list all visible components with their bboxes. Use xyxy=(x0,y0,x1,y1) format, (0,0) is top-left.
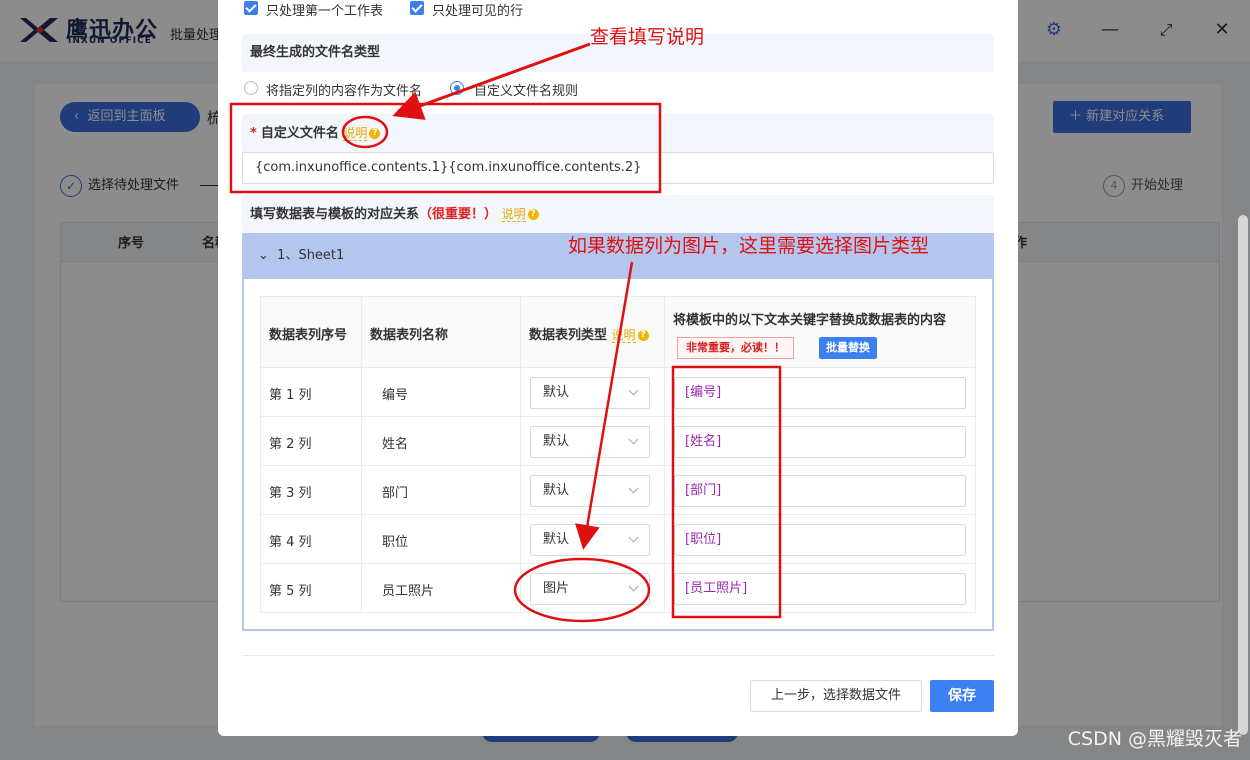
help-bulb-icon: ? xyxy=(369,128,381,139)
row-col-type-cell: 图片 xyxy=(521,564,665,612)
column-type-select[interactable]: 默认 xyxy=(530,475,650,507)
row-col-index: 第 3 列 xyxy=(261,466,362,514)
custom-name-label: 自定义文件名 xyxy=(260,126,339,141)
th-col-type-label: 数据表列类型 xyxy=(529,328,608,343)
row-col-name: 职位 xyxy=(362,515,521,563)
custom-name-input[interactable]: {com.inxunoffice.contents.1}{com.inxunof… xyxy=(242,152,994,184)
annotation-view-help: 查看填写说明 xyxy=(590,26,705,48)
table-row: 第 1 列编号 默认 [编号] xyxy=(260,368,976,417)
chevron-down-icon xyxy=(628,532,639,543)
page-scrollbar[interactable] xyxy=(1238,215,1248,735)
table-row: 第 5 列员工照片 图片 [员工照片] xyxy=(260,564,976,613)
row-col-index: 第 4 列 xyxy=(261,515,362,563)
chevron-down-icon xyxy=(628,434,639,445)
row-keyword-cell: [姓名] xyxy=(665,417,976,465)
radio-column-label: 将指定列的内容作为文件名 xyxy=(266,84,423,99)
table-row: 第 4 列职位 默认 [职位] xyxy=(260,515,976,564)
visible-rows-label: 只处理可见的行 xyxy=(432,4,524,19)
row-keyword-cell: [编号] xyxy=(665,368,976,416)
column-type-value: 默认 xyxy=(543,434,570,449)
row-col-name: 部门 xyxy=(362,466,521,514)
row-col-name: 员工照片 xyxy=(362,564,521,612)
column-type-value: 默认 xyxy=(543,483,570,498)
column-type-select[interactable]: 默认 xyxy=(530,524,650,556)
row-col-name: 编号 xyxy=(362,368,521,416)
th-col-name: 数据表列名称 xyxy=(362,297,521,367)
table-row: 第 3 列部门 默认 [部门] xyxy=(260,466,976,515)
row-keyword-cell: [部门] xyxy=(665,466,976,514)
first-sheet-label: 只处理第一个工作表 xyxy=(266,4,384,19)
help-bulb-icon: ? xyxy=(637,330,649,341)
keyword-input[interactable]: [部门] xyxy=(674,475,966,507)
col-type-help-link[interactable]: 说明 xyxy=(611,328,636,343)
keyword-input[interactable]: [姓名] xyxy=(674,426,966,458)
filename-type-title: 最终生成的文件名类型 xyxy=(250,45,381,60)
row-col-type-cell: 默认 xyxy=(521,466,665,514)
visible-rows-checkbox[interactable] xyxy=(410,1,424,15)
keyword-input[interactable]: [员工照片] xyxy=(674,573,966,605)
column-type-select[interactable]: 默认 xyxy=(530,377,650,409)
chevron-down-icon: ⌄ xyxy=(258,248,278,263)
first-sheet-checkbox[interactable] xyxy=(244,1,258,15)
mapping-important: （很重要！） xyxy=(419,207,498,222)
chevron-down-icon xyxy=(628,483,639,494)
footer-divider xyxy=(242,655,994,656)
row-col-index: 第 5 列 xyxy=(261,564,362,612)
th-col-type: 数据表列类型 说明? xyxy=(521,297,665,367)
mapping-title: 填写数据表与模板的对应关系 xyxy=(250,207,420,222)
column-type-value: 图片 xyxy=(543,581,570,596)
row-col-type-cell: 默认 xyxy=(521,368,665,416)
keyword-input[interactable]: [职位] xyxy=(674,524,966,556)
table-header-row: 数据表列序号 数据表列名称 数据表列类型 说明? 将模板中的以下文本关键字替换成… xyxy=(260,296,976,368)
column-type-select[interactable]: 默认 xyxy=(530,426,650,458)
annotation-image-type: 如果数据列为图片，这里需要选择图片类型 xyxy=(568,235,930,257)
help-bulb-icon: ? xyxy=(527,209,539,220)
sheet-label: 1、Sheet1 xyxy=(277,248,345,263)
row-keyword-cell: [员工照片] xyxy=(665,564,976,612)
settings-modal: 只处理第一个工作表 只处理可见的行 最终生成的文件名类型 将指定列的内容作为文件… xyxy=(218,0,1018,736)
row-col-name: 姓名 xyxy=(362,417,521,465)
th-col-index: 数据表列序号 xyxy=(261,297,362,367)
custom-name-section: * 自定义文件名 说明? xyxy=(242,114,994,152)
batch-replace-button[interactable]: 批量替换 xyxy=(819,337,877,359)
chevron-down-icon xyxy=(628,581,639,592)
previous-step-button[interactable]: 上一步，选择数据文件 xyxy=(750,680,922,712)
radio-column-as-filename[interactable] xyxy=(244,81,258,95)
column-type-select[interactable]: 图片 xyxy=(530,573,650,605)
mapping-help-link[interactable]: 说明 xyxy=(501,207,526,222)
th-keyword-label: 将模板中的以下文本关键字替换成数据表的内容 xyxy=(673,313,947,328)
radio-custom-rule[interactable] xyxy=(450,81,464,95)
required-mark: * xyxy=(250,126,257,141)
keyword-input[interactable]: [编号] xyxy=(674,377,966,409)
csdn-watermark: CSDN @黑耀毁灭者 xyxy=(1067,728,1242,750)
chevron-down-icon xyxy=(628,385,639,396)
must-read-tag: 非常重要，必读！！ xyxy=(677,337,794,359)
radio-custom-label: 自定义文件名规则 xyxy=(474,84,579,99)
table-row: 第 2 列姓名 默认 [姓名] xyxy=(260,417,976,466)
save-button[interactable]: 保存 xyxy=(930,680,994,712)
row-col-type-cell: 默认 xyxy=(521,417,665,465)
row-keyword-cell: [职位] xyxy=(665,515,976,563)
custom-name-help-link[interactable]: 说明 xyxy=(343,126,368,141)
row-col-index: 第 1 列 xyxy=(261,368,362,416)
row-col-index: 第 2 列 xyxy=(261,417,362,465)
mapping-section: 填写数据表与模板的对应关系（很重要！） 说明? xyxy=(242,195,994,233)
column-type-value: 默认 xyxy=(543,385,570,400)
th-keyword: 将模板中的以下文本关键字替换成数据表的内容 非常重要，必读！！ 批量替换 xyxy=(665,297,976,367)
column-type-value: 默认 xyxy=(543,532,570,547)
row-col-type-cell: 默认 xyxy=(521,515,665,563)
